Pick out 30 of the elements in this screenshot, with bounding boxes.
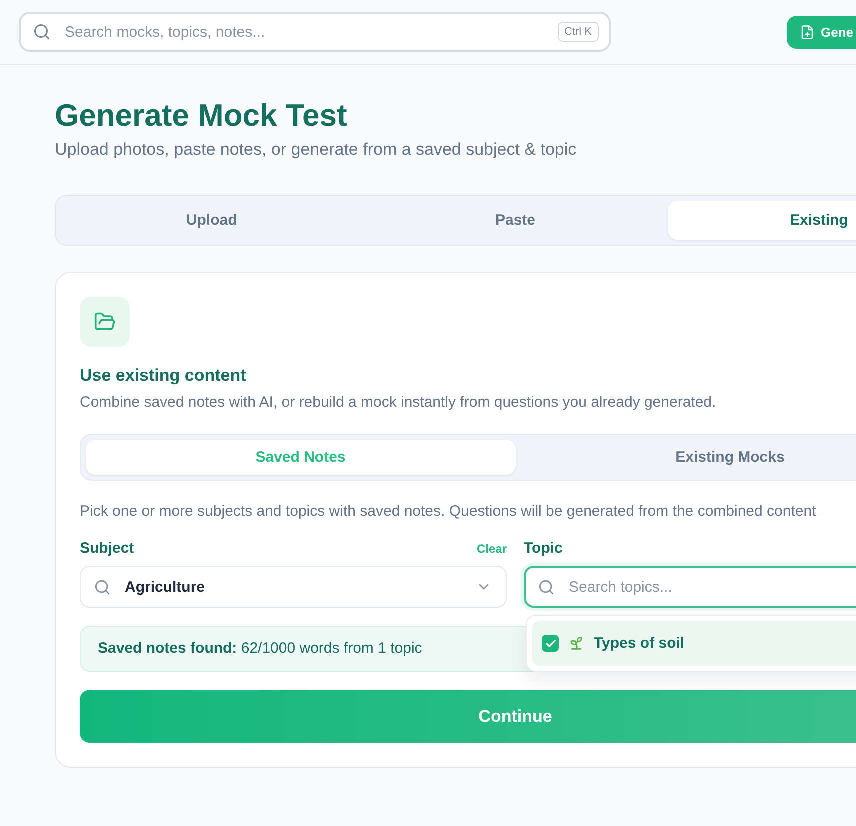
- card-title: Use existing content: [80, 365, 248, 387]
- card-description: Combine saved notes with AI, or rebuild a mock instantly from questions you already generated.: [80, 393, 718, 413]
- search-input[interactable]: Search mocks, topics, notes...: [65, 24, 544, 40]
- continue-button[interactable]: Continue: [80, 690, 856, 743]
- folder-icon: [80, 297, 130, 347]
- topic-search-input[interactable]: Search topics...: [569, 578, 856, 596]
- tab[interactable]: Existing: [668, 201, 856, 240]
- search-icon: [33, 23, 51, 41]
- tab[interactable]: Paste: [364, 201, 666, 240]
- field-label: Subject: [80, 539, 134, 559]
- field-label: Topic: [524, 539, 563, 559]
- clear-button[interactable]: Clear: [476, 541, 507, 557]
- check-icon: [544, 638, 556, 650]
- checkbox[interactable]: [542, 635, 559, 652]
- page-title: Generate Mock Test: [55, 97, 348, 135]
- subject-select[interactable]: Agriculture: [80, 566, 507, 608]
- search-icon: [538, 578, 555, 596]
- tab[interactable]: Saved Notes: [86, 440, 516, 475]
- search-field[interactable]: Search mocks, topics, notes... Ctrl K: [19, 12, 611, 52]
- tab[interactable]: Upload: [61, 201, 363, 240]
- search-icon: [94, 578, 111, 596]
- sprout-icon: [569, 636, 584, 651]
- topic-option[interactable]: Types of soil: [532, 621, 856, 666]
- tab[interactable]: Existing Mocks: [516, 440, 856, 475]
- file-plus-icon: [800, 24, 815, 40]
- page-subtitle: Upload photos, paste notes, or generate from a saved subject & topic: [55, 139, 578, 161]
- instructions-text: Pick one or more subjects and topics with saved notes. Questions will be generated from the combined content: [80, 502, 818, 522]
- generate-button[interactable]: Gene: [787, 16, 856, 48]
- shortcut-hint: Ctrl K: [558, 22, 599, 42]
- topic-search-field[interactable]: Search topics...: [524, 566, 856, 608]
